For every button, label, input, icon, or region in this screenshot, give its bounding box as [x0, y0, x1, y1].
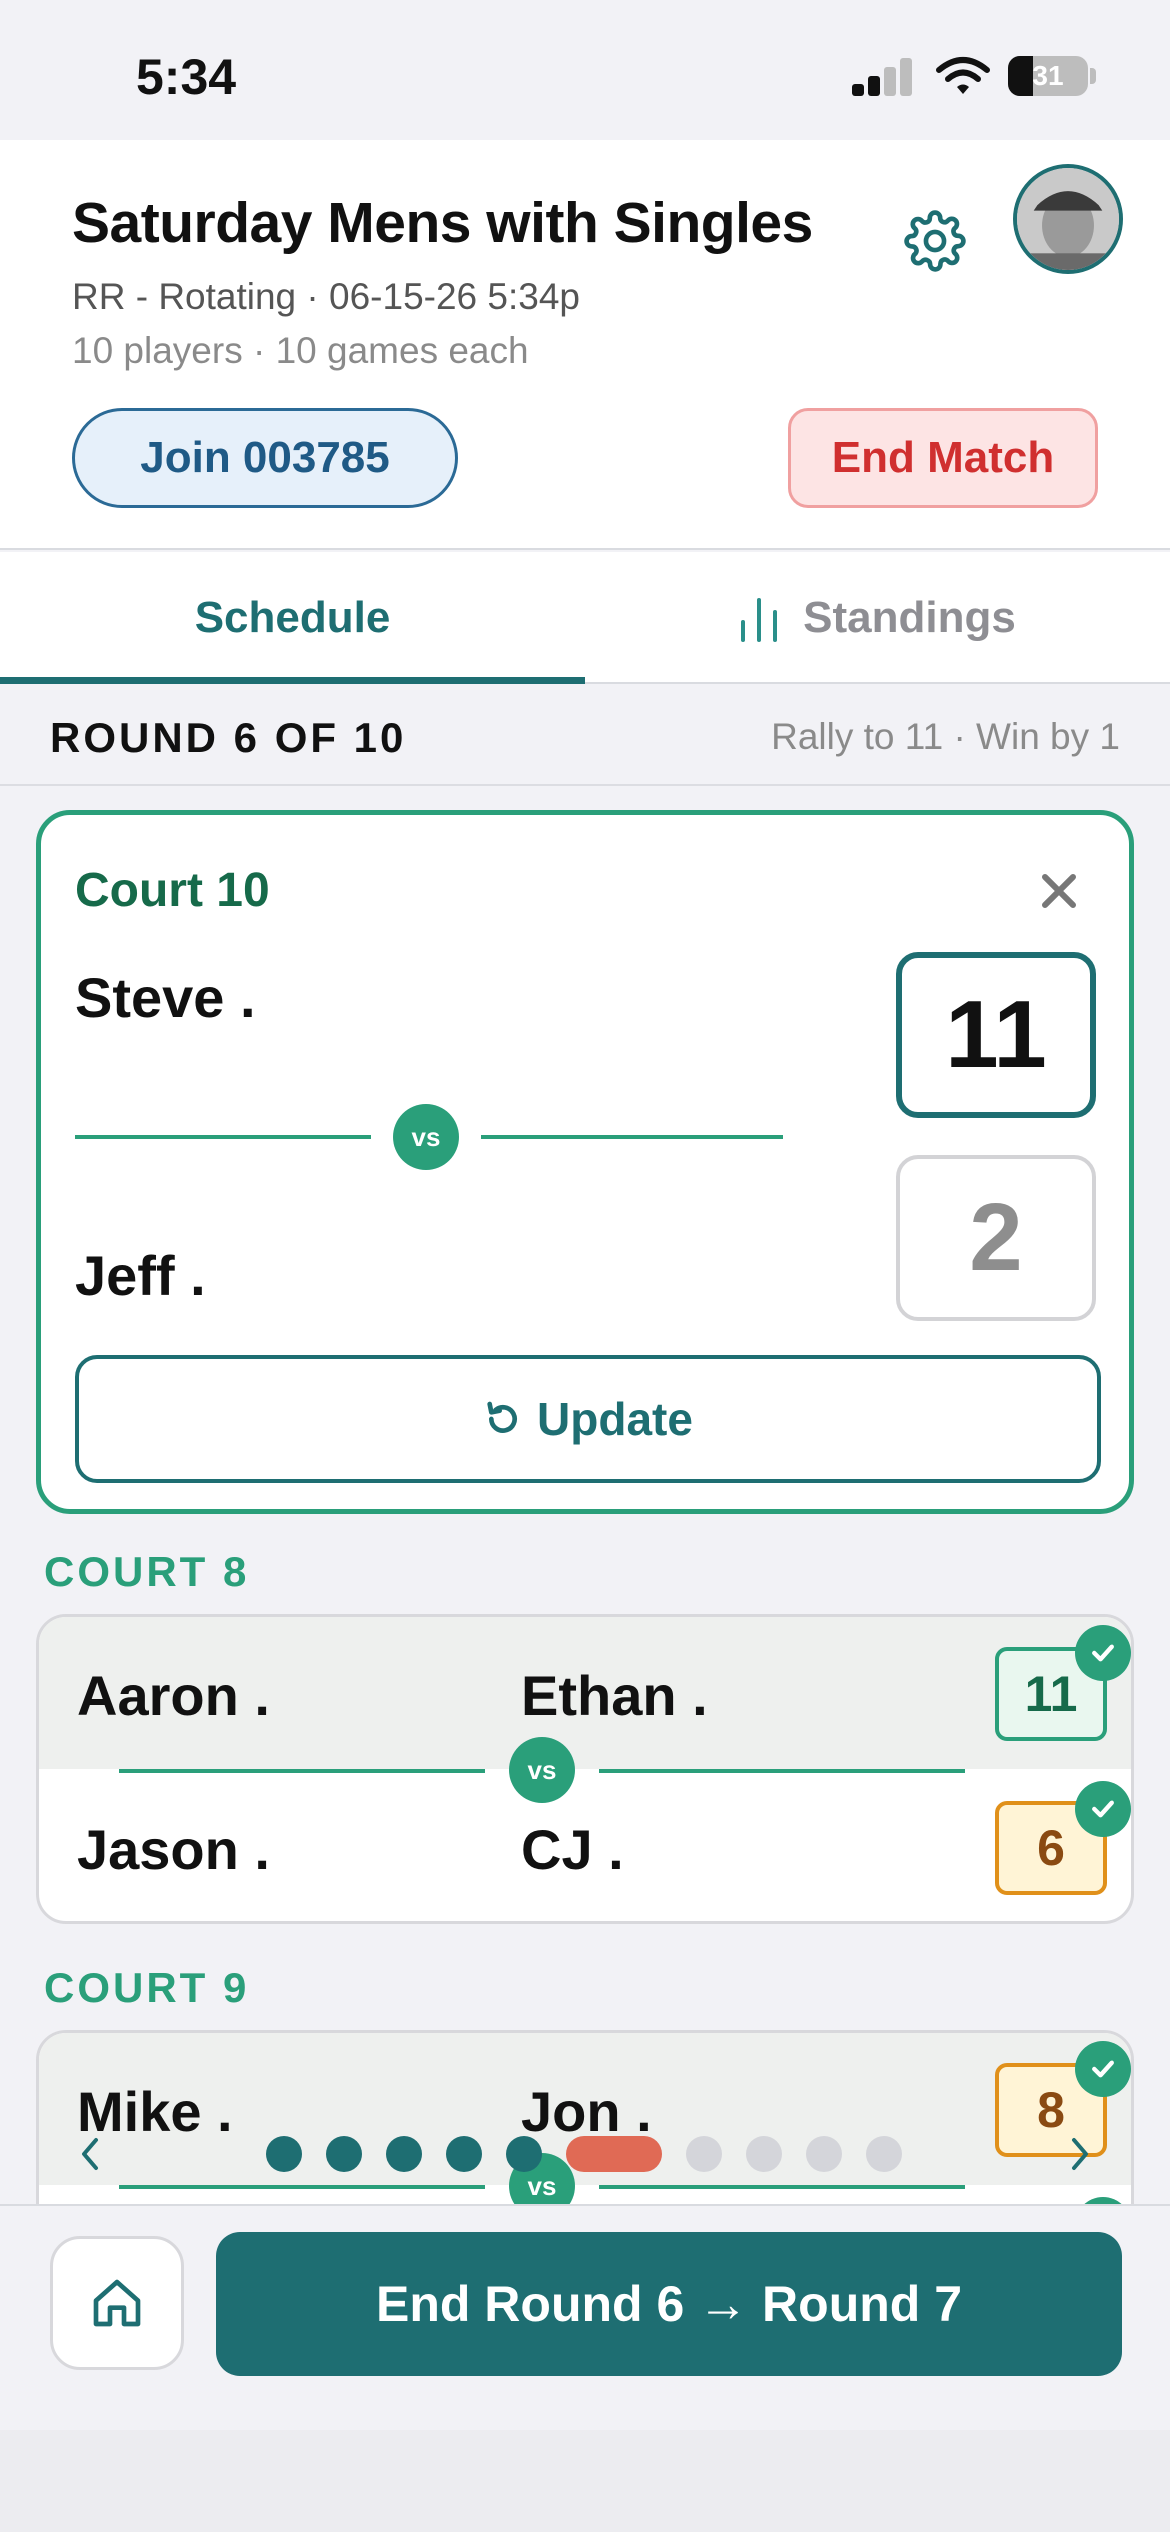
player-name: Jason .: [77, 1818, 270, 1881]
vs-divider-right: [481, 1135, 783, 1139]
round-dot-complete[interactable]: [266, 2136, 302, 2172]
home-icon: [93, 2279, 141, 2327]
round-dot-upcoming[interactable]: [686, 2136, 722, 2172]
match-header: Saturday Mens with Singles RR - Rotating…: [0, 140, 1170, 550]
active-court-card: Court 10 Steve . vs Jeff . 11 2 Update: [36, 810, 1134, 1514]
vs-badge: vs: [509, 1737, 575, 1803]
player-name: CJ .: [521, 1818, 624, 1881]
score-input-player-two[interactable]: 2: [896, 1155, 1096, 1321]
round-dot-complete[interactable]: [326, 2136, 362, 2172]
court-card[interactable]: Aaron . Ethan . vs Jason . CJ . 11 6: [36, 1614, 1134, 1924]
tab-standings-label: Standings: [803, 593, 1016, 642]
avatar[interactable]: [1013, 164, 1123, 274]
vs-divider-right: [599, 2185, 965, 2189]
match-format: RR - Rotating · 06-15-26 5:34p: [72, 276, 580, 317]
round-dot-upcoming[interactable]: [746, 2136, 782, 2172]
player-name: Aaron .: [77, 1664, 270, 1727]
scoring-rules: Rally to 11 · Win by 1: [771, 716, 1120, 757]
score-input-player-one[interactable]: 11: [896, 952, 1096, 1118]
round-dot-complete[interactable]: [446, 2136, 482, 2172]
round-dot-upcoming[interactable]: [866, 2136, 902, 2172]
round-header: ROUND 6 OF 10 Rally to 11 · Win by 1: [0, 686, 1170, 786]
tab-standings[interactable]: Standings: [585, 552, 1170, 684]
status-time: 5:34: [136, 49, 237, 105]
chevron-right-icon[interactable]: [1060, 2130, 1100, 2178]
court-title: Court 10: [75, 864, 270, 917]
join-code-button[interactable]: Join 003785: [72, 408, 458, 508]
cellular-signal-icon: [852, 58, 914, 96]
player-one-name: Steve .: [75, 966, 256, 1029]
match-details: 10 players · 10 games each: [72, 330, 529, 371]
round-dot-complete[interactable]: [386, 2136, 422, 2172]
round-dot-current[interactable]: [566, 2136, 662, 2172]
bar-chart-icon: [739, 594, 779, 642]
check-icon: [1075, 1781, 1131, 1837]
court-label: COURT 8: [44, 1548, 250, 1595]
round-title: ROUND 6 OF 10: [50, 714, 407, 761]
battery-tip: [1090, 68, 1096, 84]
status-bar: 5:34 31: [0, 0, 1170, 140]
update-button[interactable]: Update: [75, 1355, 1101, 1483]
chevron-left-icon[interactable]: [70, 2130, 110, 2178]
vs-divider-left: [75, 1135, 371, 1139]
home-indicator-area: [0, 2430, 1170, 2532]
tab-bar: Schedule Standings: [0, 552, 1170, 684]
page-title: Saturday Mens with Singles: [72, 191, 813, 255]
check-icon: [1075, 1625, 1131, 1681]
vs-divider-left: [119, 2185, 485, 2189]
wifi-icon: [936, 57, 990, 94]
close-icon[interactable]: [1037, 869, 1081, 913]
refresh-icon: [487, 1401, 518, 1433]
active-tab-indicator: [0, 677, 585, 684]
tab-schedule-label: Schedule: [194, 593, 391, 642]
battery-level: 31: [1032, 60, 1064, 91]
end-round-button[interactable]: End Round 6 → Round 7: [216, 2232, 1122, 2376]
battery-icon: 31: [1008, 56, 1088, 96]
player-name: Ethan .: [521, 1664, 708, 1727]
update-label: Update: [537, 1393, 693, 1445]
bottom-action-bar: End Round 6 → Round 7: [0, 2204, 1170, 2430]
vs-divider-right: [599, 1769, 965, 1773]
round-dot-complete[interactable]: [506, 2136, 542, 2172]
player-two-name: Jeff .: [75, 1244, 206, 1307]
court-label: COURT 9: [44, 1964, 250, 2011]
tab-schedule[interactable]: Schedule: [0, 552, 585, 684]
vs-divider-left: [119, 1769, 485, 1773]
round-pager: [0, 2126, 1170, 2182]
gear-icon[interactable]: [904, 210, 966, 272]
vs-badge: vs: [393, 1104, 459, 1170]
end-match-button[interactable]: End Match: [788, 408, 1098, 508]
home-button[interactable]: [50, 2236, 184, 2370]
round-dot-upcoming[interactable]: [806, 2136, 842, 2172]
check-icon: [1075, 2041, 1131, 2097]
